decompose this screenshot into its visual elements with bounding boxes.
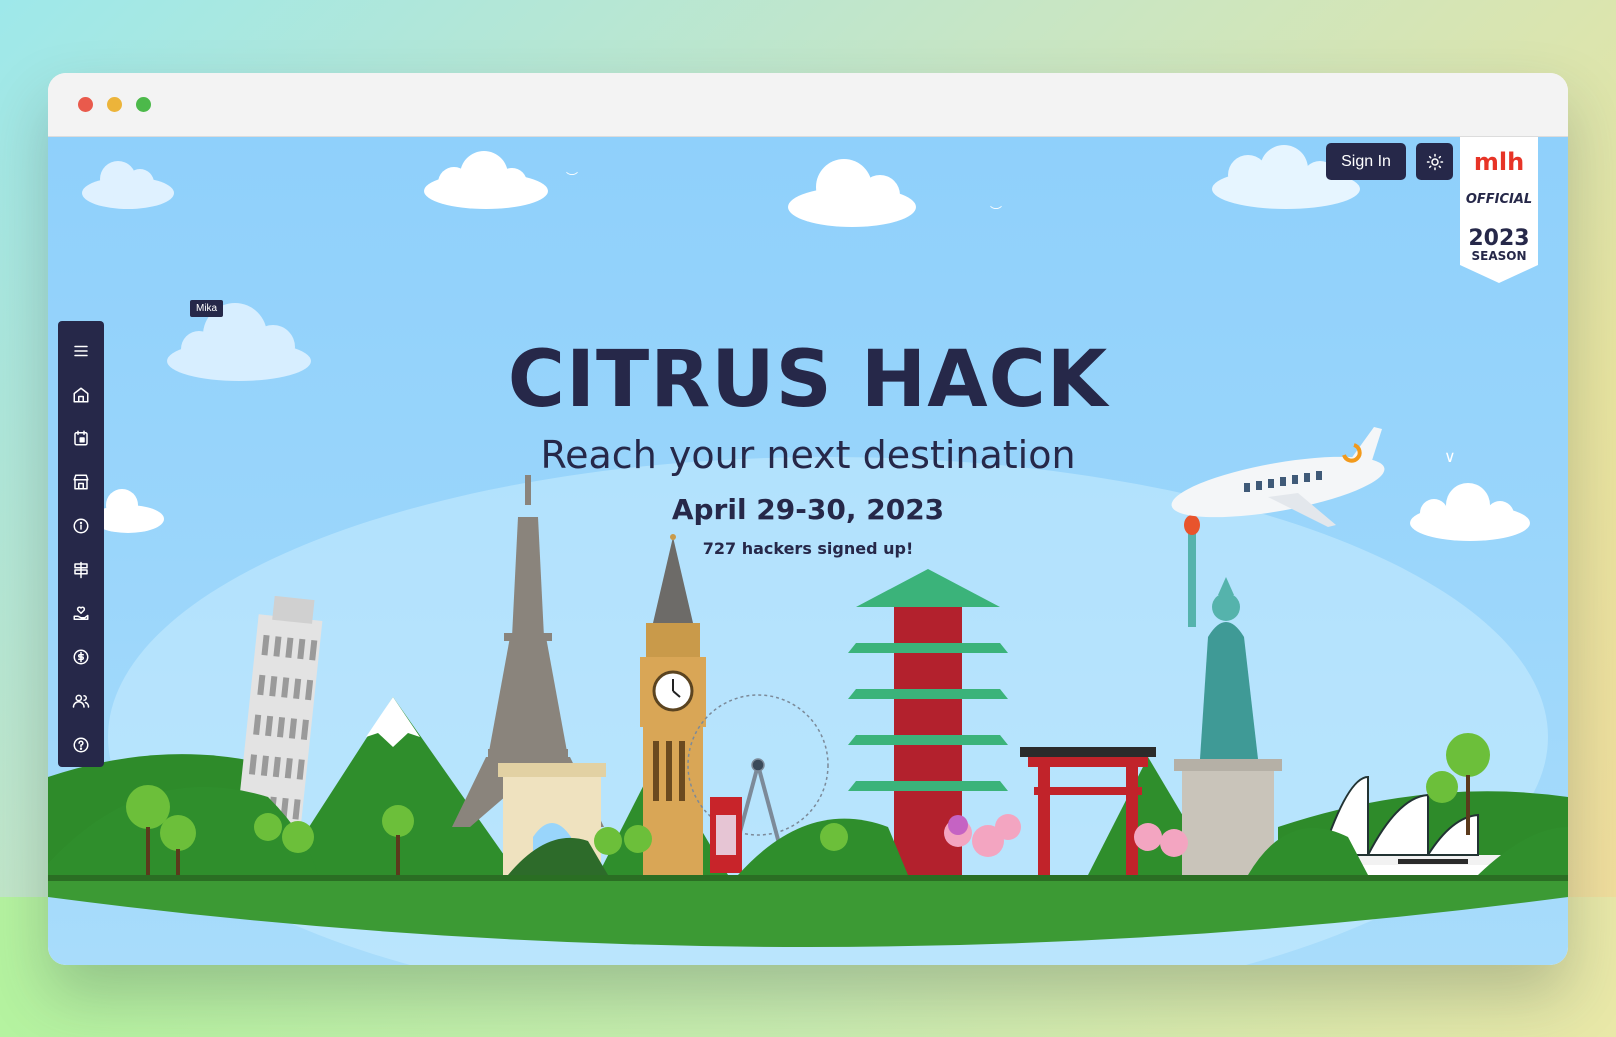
sidebar-item-about[interactable] (58, 504, 104, 548)
mlh-badge-year: 2023 (1468, 226, 1529, 251)
hero-subtitle: Reach your next destination (540, 433, 1076, 477)
mlh-badge-season: SEASON (1471, 249, 1526, 263)
calendar-icon (74, 430, 88, 446)
mlh-badge-official: OFFICIAL (1466, 192, 1532, 207)
mlh-trust-badge[interactable]: mlh OFFICIAL 2023 SEASON (1460, 137, 1538, 283)
statue-of-liberty (1174, 515, 1282, 877)
event-date: April 29-30, 2023 (671, 493, 945, 526)
browser-window: ︶ ︶ ∨ CITRUS HACK Reach your next destin… (48, 73, 1568, 965)
users-icon (72, 694, 90, 709)
big-ben (640, 534, 706, 877)
signpost-icon (74, 561, 88, 579)
sidebar-item-prizes[interactable] (58, 636, 104, 680)
sun-icon (1426, 153, 1443, 170)
signup-count: 727 hackers signed up! (702, 539, 914, 558)
sidebar-item-tracks[interactable] (58, 548, 104, 592)
mlh-logo: mlh (1474, 148, 1524, 176)
sidebar-nav (58, 321, 104, 767)
menu-icon (74, 345, 88, 357)
sidebar-item-team[interactable] (58, 679, 104, 723)
sign-in-button[interactable]: Sign In (1326, 143, 1406, 180)
minimize-window-button[interactable] (107, 97, 122, 112)
maximize-window-button[interactable] (136, 97, 151, 112)
theme-toggle-button[interactable] (1416, 143, 1453, 180)
store-icon (73, 474, 89, 490)
sidebar-item-schedule[interactable] (58, 417, 104, 461)
london-eye (687, 694, 829, 848)
hero-title: CITRUS HACK (507, 335, 1109, 425)
sidebar-item-menu[interactable] (58, 329, 104, 373)
sidebar-tooltip: Mika (190, 300, 224, 317)
sidebar-item-faq[interactable] (58, 723, 104, 767)
page-viewport: ︶ ︶ ∨ CITRUS HACK Reach your next destin… (48, 137, 1568, 965)
home-icon (73, 387, 89, 403)
sidebar-item-sponsors[interactable] (58, 592, 104, 636)
sidebar-item-home[interactable] (58, 373, 104, 417)
sidebar-item-store[interactable] (58, 460, 104, 504)
help-icon (73, 737, 89, 753)
hand-heart-icon (73, 606, 89, 620)
info-icon (73, 518, 89, 534)
torii-gate (1020, 747, 1156, 875)
close-window-button[interactable] (78, 97, 93, 112)
window-titlebar (48, 73, 1568, 137)
dollar-icon (73, 649, 89, 665)
